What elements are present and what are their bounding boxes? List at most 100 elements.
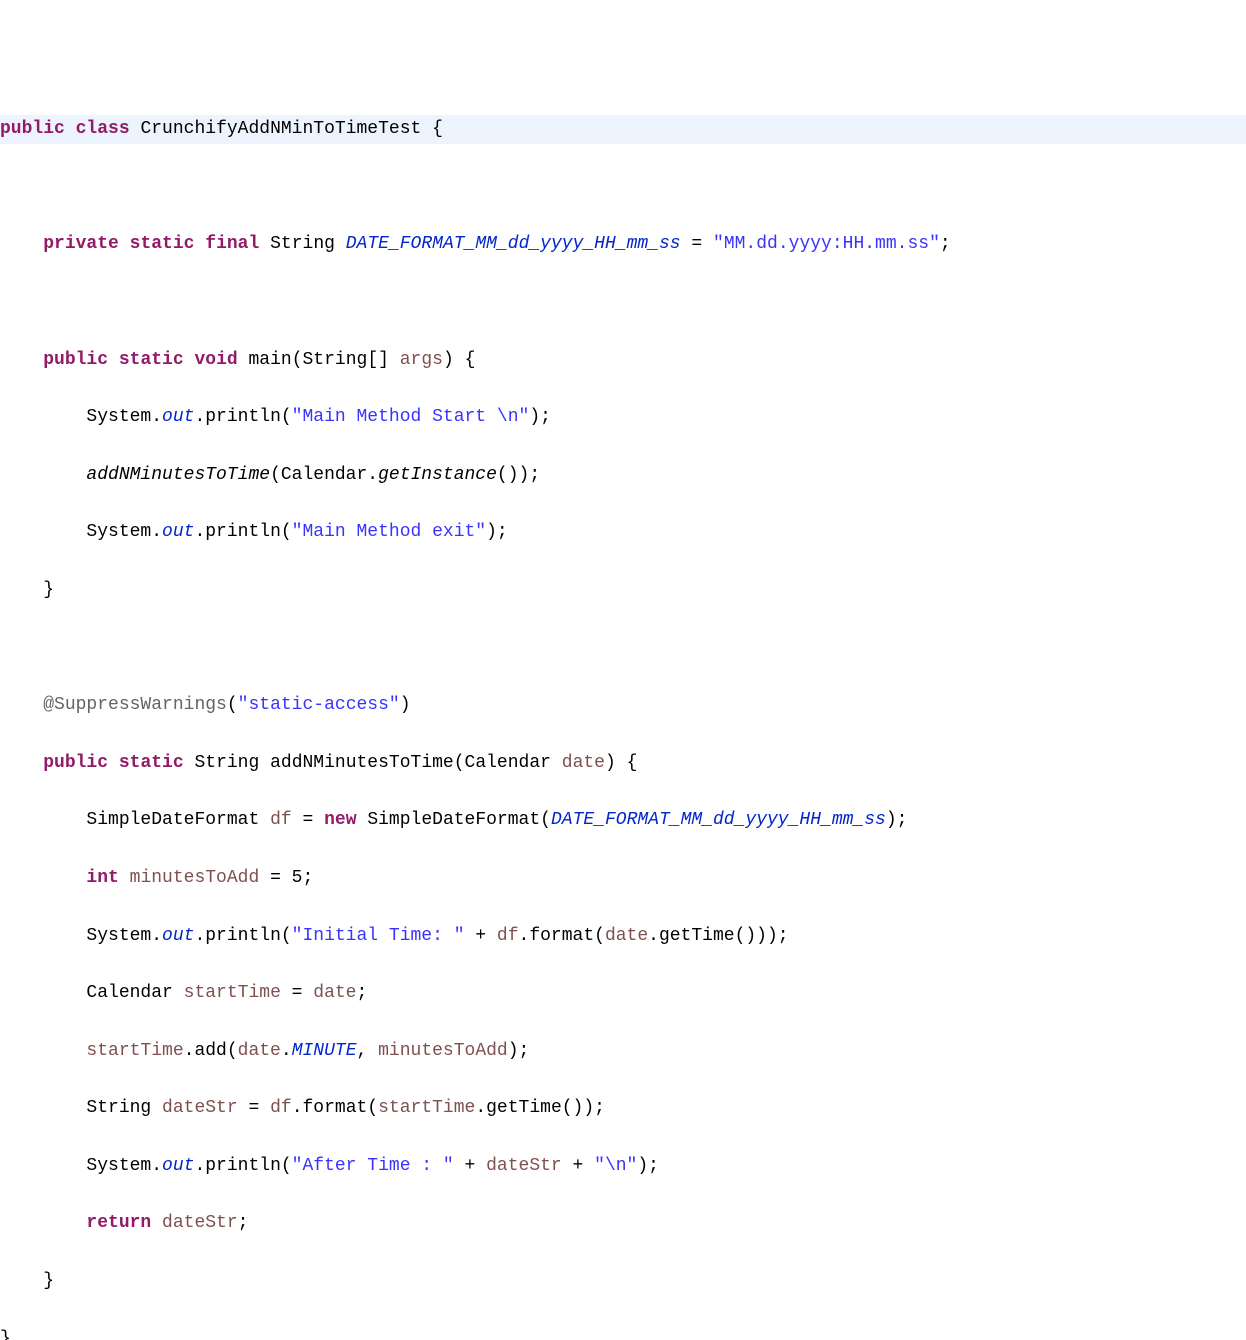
string: "MM.dd.yyyy:HH.mm.ss" — [713, 234, 940, 254]
println: .println( — [194, 522, 291, 542]
keyword: public — [43, 753, 108, 773]
keyword: final — [205, 234, 259, 254]
keyword: class — [76, 119, 130, 139]
var: minutesToAdd — [378, 1041, 508, 1061]
end: ); — [508, 1041, 530, 1061]
method-sig: addNMinutesToTime(Calendar — [270, 753, 551, 773]
keyword: static — [130, 234, 195, 254]
blank-line — [0, 288, 1246, 317]
fmt: .format( — [292, 1098, 378, 1118]
type: String — [270, 234, 335, 254]
end: .getTime())); — [648, 926, 788, 946]
var: minutesToAdd — [130, 868, 260, 888]
method-sig: main(String[] — [249, 350, 389, 370]
plus: + — [454, 1156, 486, 1176]
sys: System. — [86, 407, 162, 427]
sys: System. — [86, 522, 162, 542]
keyword: public — [43, 350, 108, 370]
eq: = — [238, 1098, 270, 1118]
string: "Initial Time: " — [292, 926, 465, 946]
code-line-8: @SuppressWarnings("static-access") — [0, 691, 1246, 720]
end: ()); — [497, 465, 540, 485]
code-line-7: } — [0, 576, 1246, 605]
keyword: void — [194, 350, 237, 370]
var: date — [605, 926, 648, 946]
blank-line — [0, 634, 1246, 663]
out: out — [162, 522, 194, 542]
plus: + — [465, 926, 497, 946]
annotation: @SuppressWarnings — [43, 695, 227, 715]
code-line-16: System.out.println("After Time : " + dat… — [0, 1152, 1246, 1181]
class-name: CrunchifyAddNMinToTimeTest — [140, 119, 421, 139]
code-line-19: } — [0, 1325, 1246, 1340]
param: date — [562, 753, 605, 773]
code-line-17: return dateStr; — [0, 1209, 1246, 1238]
var: date — [238, 1041, 281, 1061]
var: dateStr — [486, 1156, 562, 1176]
method-call: getInstance — [378, 465, 497, 485]
keyword: static — [119, 753, 184, 773]
keyword: int — [86, 868, 118, 888]
string: "After Time : " — [292, 1156, 454, 1176]
println: .println( — [194, 407, 291, 427]
type: Calendar — [86, 983, 172, 1003]
open: (Calendar. — [270, 465, 378, 485]
type: String — [194, 753, 259, 773]
fmt: .format( — [519, 926, 605, 946]
keyword: static — [119, 350, 184, 370]
println: .println( — [194, 926, 291, 946]
println: .println( — [194, 1156, 291, 1176]
semi: ; — [357, 983, 368, 1003]
semi: ; — [940, 234, 951, 254]
string: "\n" — [594, 1156, 637, 1176]
code-line-18: } — [0, 1267, 1246, 1296]
brace: { — [432, 119, 443, 139]
close: ) — [400, 695, 411, 715]
keyword: public — [0, 119, 65, 139]
blank-line — [0, 173, 1246, 202]
type: SimpleDateFormat — [86, 810, 259, 830]
code-line-3: public static void main(String[] args) { — [0, 346, 1246, 375]
plus: + — [562, 1156, 594, 1176]
brace: } — [43, 580, 54, 600]
paren: ) { — [443, 350, 475, 370]
code-line-9: public static String addNMinutesToTime(C… — [0, 749, 1246, 778]
method-call: addNMinutesToTime — [86, 465, 270, 485]
brace: } — [43, 1271, 54, 1291]
code-line-10: SimpleDateFormat df = new SimpleDateForm… — [0, 806, 1246, 835]
field: DATE_FORMAT_MM_dd_yyyy_HH_mm_ss — [551, 810, 886, 830]
var: date — [313, 983, 356, 1003]
out: out — [162, 1156, 194, 1176]
field: MINUTE — [292, 1041, 357, 1061]
paren: ) { — [605, 753, 637, 773]
out: out — [162, 407, 194, 427]
var: startTime — [378, 1098, 475, 1118]
string: "Main Method exit" — [292, 522, 486, 542]
end: ); — [529, 407, 551, 427]
end: ); — [486, 522, 508, 542]
var: startTime — [184, 983, 281, 1003]
param: args — [400, 350, 443, 370]
var: df — [270, 1098, 292, 1118]
var: df — [270, 810, 292, 830]
eq: = — [281, 983, 313, 1003]
keyword: private — [43, 234, 119, 254]
code-line-13: Calendar startTime = date; — [0, 979, 1246, 1008]
end: ); — [637, 1156, 659, 1176]
code-block: public class CrunchifyAddNMinToTimeTest … — [0, 86, 1246, 1340]
keyword: new — [324, 810, 356, 830]
code-line-11: int minutesToAdd = 5; — [0, 864, 1246, 893]
end: .getTime()); — [475, 1098, 605, 1118]
string: "static-access" — [238, 695, 400, 715]
brace: } — [0, 1329, 11, 1340]
eq: = — [302, 810, 313, 830]
var: df — [497, 926, 519, 946]
code-line-2: private static final String DATE_FORMAT_… — [0, 230, 1246, 259]
code-line-6: System.out.println("Main Method exit"); — [0, 518, 1246, 547]
comma: , — [357, 1041, 379, 1061]
type: String — [86, 1098, 151, 1118]
code-line-14: startTime.add(date.MINUTE, minutesToAdd)… — [0, 1037, 1246, 1066]
code-line-15: String dateStr = df.format(startTime.get… — [0, 1094, 1246, 1123]
var: dateStr — [162, 1098, 238, 1118]
open: ( — [227, 695, 238, 715]
